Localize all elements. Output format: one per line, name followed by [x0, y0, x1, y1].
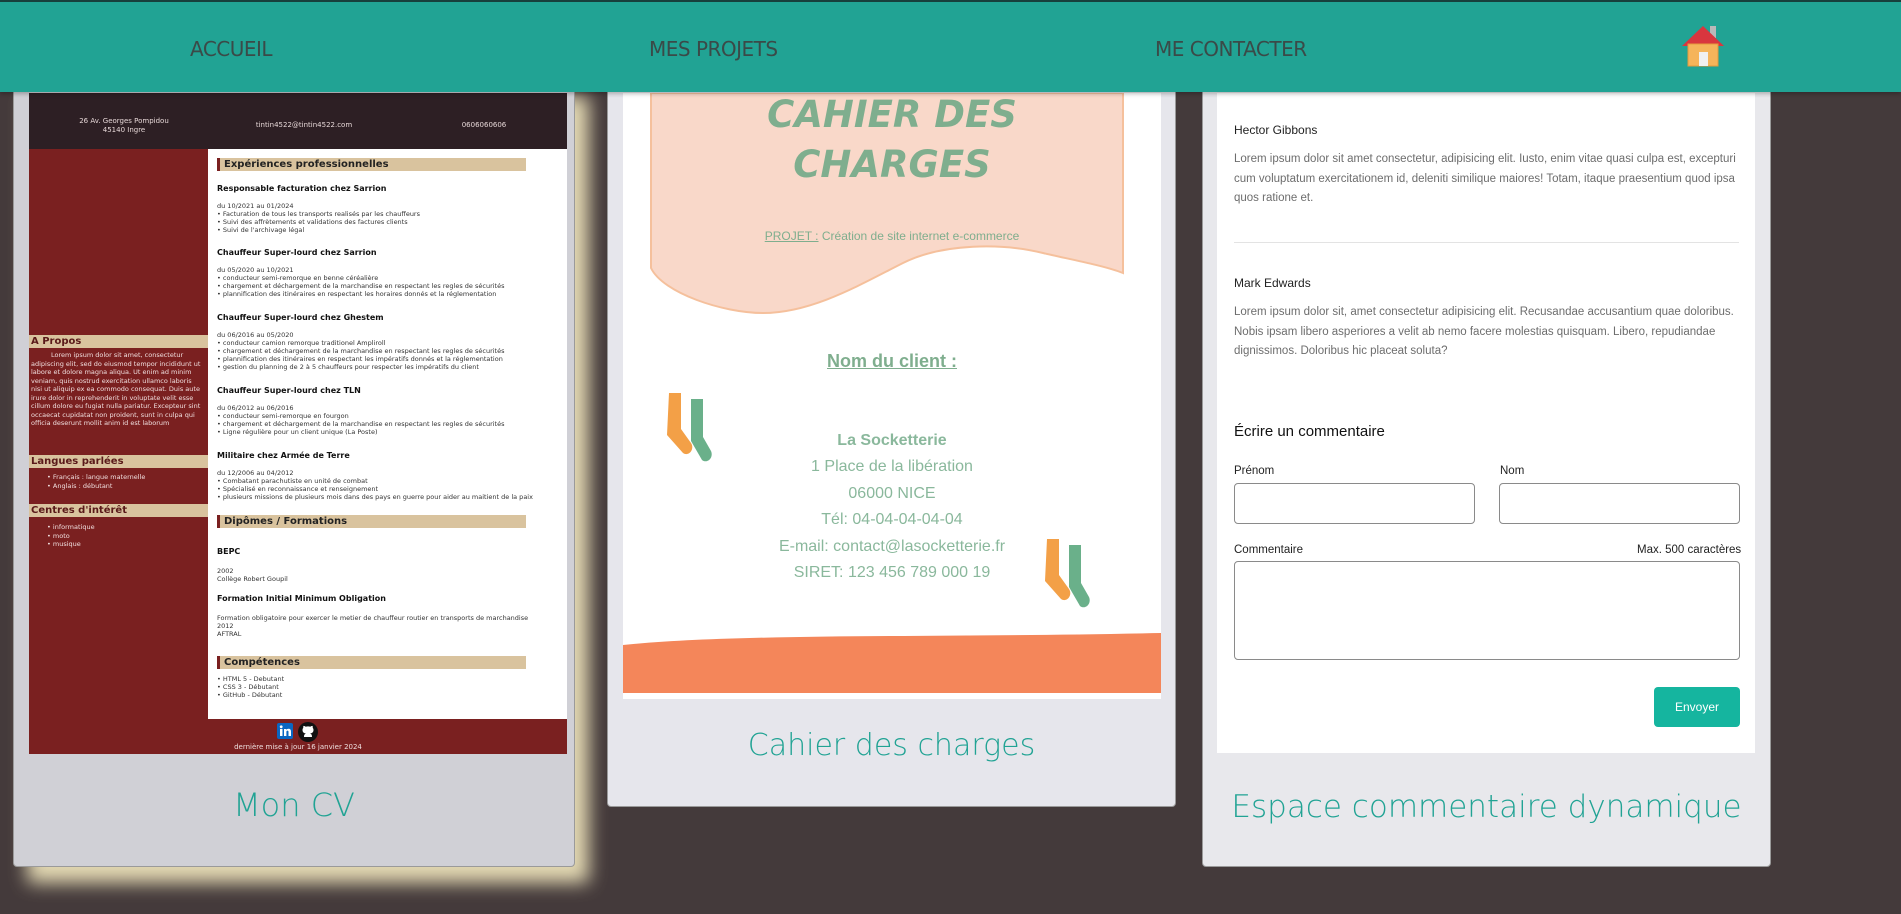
- cdc-title-line2: CHARGES: [793, 143, 991, 186]
- cv-interests-heading: Centres d'intérêt: [29, 504, 208, 517]
- cv-diploma-details: 2002 Collège Robert Goupil: [217, 567, 288, 583]
- cdc-siret: SIRET: 123 456 789 000 19: [793, 564, 991, 581]
- cahier-des-charges-preview-image: CAHIER DES CHARGES PROJET : Création de …: [623, 93, 1161, 699]
- cv-job-title: Chauffeur Super-lourd chez Sarrion: [217, 248, 377, 257]
- comment-preview-image: Hector Gibbons Lorem ipsum dolor sit ame…: [1217, 93, 1755, 753]
- socks-icon: [667, 393, 712, 462]
- cv-languages-list: • Français : langue maternelle • Anglais…: [47, 473, 146, 490]
- cdc-email: E-mail: contact@lasocketterie.fr: [778, 538, 1006, 555]
- cv-address: 26 Av. Georges Pompidou 45140 Ingre: [79, 117, 169, 134]
- cv-diploma-details: Formation obligatoire pour exercer le me…: [217, 614, 529, 638]
- firstname-input[interactable]: [1234, 483, 1475, 524]
- cv-diploma-title: Formation Initial Minimum Obligation: [217, 594, 386, 603]
- nav-link-me-contacter[interactable]: ME CONTACTER: [1155, 37, 1307, 61]
- home-icon[interactable]: [1680, 24, 1726, 68]
- cv-contact-bar: 26 Av. Georges Pompidou 45140 Ingre tinti…: [29, 93, 567, 149]
- submit-button[interactable]: Envoyer: [1654, 687, 1740, 727]
- comment-form-title: Écrire un commentaire: [1234, 423, 1385, 440]
- cv-job-title: Chauffeur Super-lourd chez Ghestem: [217, 313, 384, 322]
- cdc-address: 1 Place de la libération: [811, 458, 973, 475]
- cv-languages-heading: Langues parlées: [29, 455, 208, 468]
- cv-main-column: Expériences professionnelles Responsable…: [208, 149, 567, 719]
- cdc-project-value: Création de site internet e-commerce: [821, 229, 1020, 243]
- cv-interests-list: • informatique • moto • musique: [47, 523, 95, 548]
- comment-max-label: Max. 500 caractères: [1637, 544, 1742, 556]
- cv-job-dates: du 05/2020 au 10/2021: [217, 266, 294, 274]
- cv-email: tintin4522@tintin4522.com: [255, 121, 353, 129]
- cv-preview-image: 26 Av. Georges Pompidou 45140 Ingre tinti…: [29, 93, 567, 754]
- card-title-commentaires[interactable]: Espace commentaire dynamique: [1203, 789, 1770, 825]
- firstname-label: Prénom: [1234, 465, 1275, 477]
- cdc-phone: Tél: 04-04-04-04-04: [821, 511, 963, 528]
- cv-diploma-title: BEPC: [217, 547, 241, 556]
- project-card-cv[interactable]: 26 Av. Georges Pompidou 45140 Ingre tinti…: [13, 80, 575, 867]
- cv-about-text: Lorem ipsum dolor sit amet, consectetur …: [31, 351, 201, 427]
- cv-job-items: • Facturation de tous les transports rea…: [217, 210, 420, 234]
- cv-job-items: • conducteur semi-remorque en fourgon • …: [217, 412, 505, 436]
- comment-author: Mark Edwards: [1234, 276, 1311, 290]
- cv-job-title: Militaire chez Armée de Terre: [217, 451, 350, 460]
- cv-job-title: Chauffeur Super-lourd chez TLN: [217, 386, 361, 395]
- lastname-label: Nom: [1500, 465, 1525, 477]
- cdc-city: 06000 NICE: [848, 485, 936, 502]
- cv-job-items: • conducteur camion remorque traditionel…: [217, 339, 505, 371]
- cdc-client-heading: Nom du client :: [827, 351, 957, 371]
- cv-experience-heading: Expériences professionnelles: [217, 158, 526, 171]
- cv-skills-heading: Compétences: [217, 656, 526, 669]
- cdc-client-name: La Socketterie: [837, 432, 947, 449]
- cv-about-heading: A Propos: [29, 335, 208, 348]
- project-card-commentaires[interactable]: Hector Gibbons Lorem ipsum dolor sit ame…: [1202, 80, 1771, 867]
- cv-job-items: • Combatant parachutiste en unité de com…: [217, 477, 533, 501]
- cv-job-dates: du 06/2012 au 06/2016: [217, 404, 294, 412]
- card-title-cahier-des-charges[interactable]: Cahier des charges: [608, 728, 1175, 763]
- nav-link-accueil[interactable]: ACCUEIL: [190, 37, 273, 61]
- cv-job-dates: du 10/2021 au 01/2024: [217, 202, 294, 210]
- cdc-project: PROJET : Création de site internet e-com…: [623, 229, 1161, 243]
- cv-last-update: dernière mise à jour 16 janvier 2024: [234, 743, 362, 751]
- comment-divider: [1234, 242, 1739, 243]
- cv-job-title: Responsable facturation chez Sarrion: [217, 184, 387, 193]
- comment-text: Lorem ipsum dolor sit amet consectetur, …: [1234, 153, 1736, 204]
- project-card-cahier-des-charges[interactable]: CAHIER DES CHARGES PROJET : Création de …: [607, 80, 1176, 807]
- cv-job-dates: du 06/2016 au 05/2020: [217, 331, 294, 339]
- cv-footer: dernière mise à jour 16 janvier 2024: [29, 719, 567, 754]
- comment-text: Lorem ipsum dolor sit, amet consectetur …: [1234, 306, 1734, 357]
- cv-skills-list: • HTML 5 - Debutant • CSS 3 - Débutant •…: [217, 675, 285, 699]
- cdc-title-line1: CAHIER DES: [767, 93, 1017, 136]
- cv-diplomas-heading: Dipômes / Formations: [217, 515, 526, 528]
- top-navbar: ACCUEIL MES PROJETS ME CONTACTER: [0, 0, 1901, 92]
- github-icon[interactable]: [297, 721, 319, 743]
- card-title-cv[interactable]: Mon CV: [14, 786, 574, 824]
- cdc-project-label: PROJET :: [764, 229, 819, 243]
- nav-link-mes-projets[interactable]: MES PROJETS: [649, 37, 778, 61]
- cv-phone: 0606060606: [461, 121, 507, 129]
- linkedin-icon[interactable]: [277, 723, 293, 739]
- lastname-input[interactable]: [1499, 483, 1740, 524]
- comment-label: Commentaire: [1234, 544, 1304, 556]
- cv-job-dates: du 12/2006 au 04/2012: [217, 469, 294, 477]
- comment-author: Hector Gibbons: [1234, 123, 1318, 137]
- comment-textarea[interactable]: [1234, 561, 1740, 660]
- cv-job-items: • conducteur semi-remorque en benne céré…: [217, 274, 505, 298]
